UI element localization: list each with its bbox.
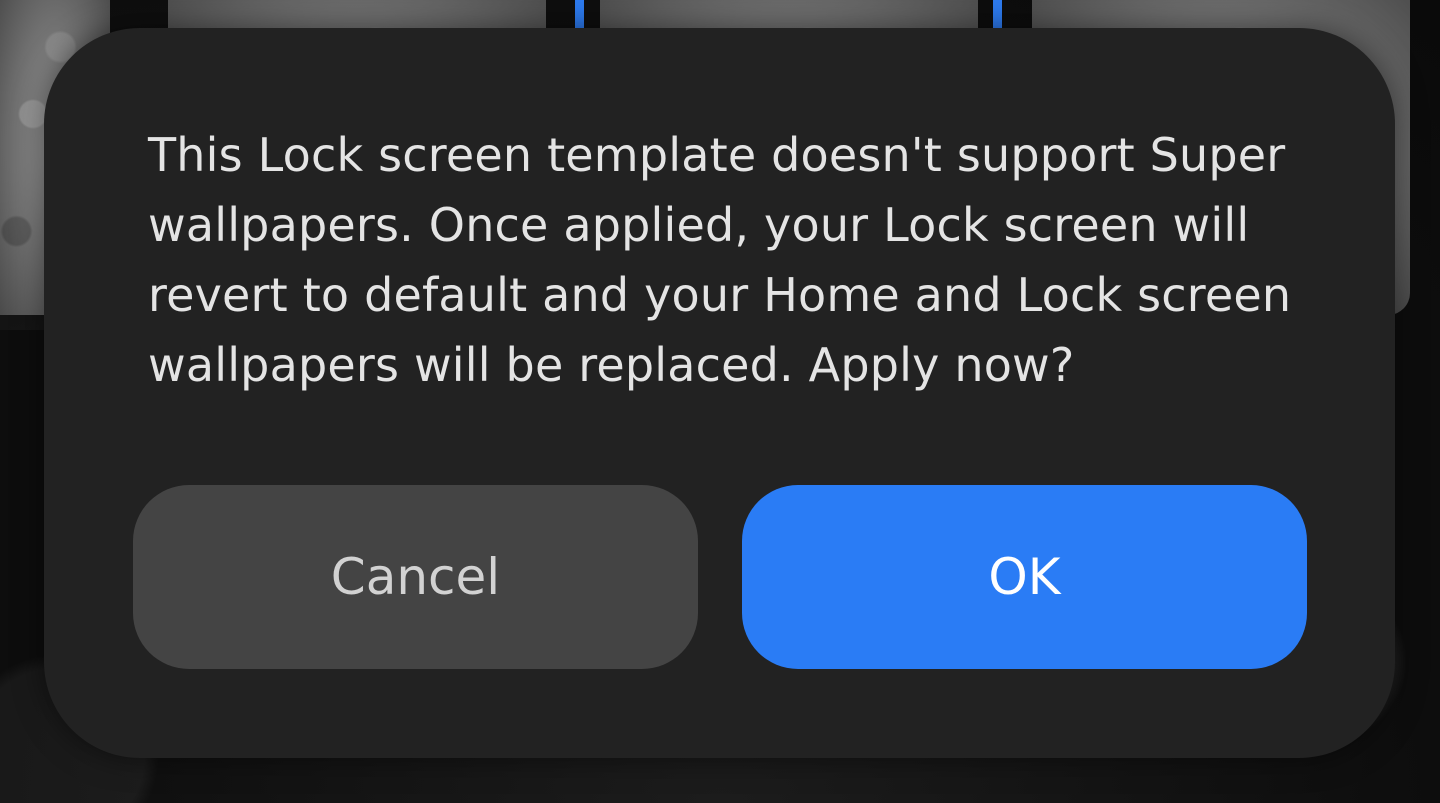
cancel-button[interactable]: Cancel <box>133 485 698 669</box>
confirm-dialog: This Lock screen template doesn't suppor… <box>44 28 1395 758</box>
dialog-message: This Lock screen template doesn't suppor… <box>148 128 1292 392</box>
selection-indicator <box>575 0 584 28</box>
ok-button[interactable]: OK <box>742 485 1307 669</box>
selection-indicator <box>993 0 1002 28</box>
